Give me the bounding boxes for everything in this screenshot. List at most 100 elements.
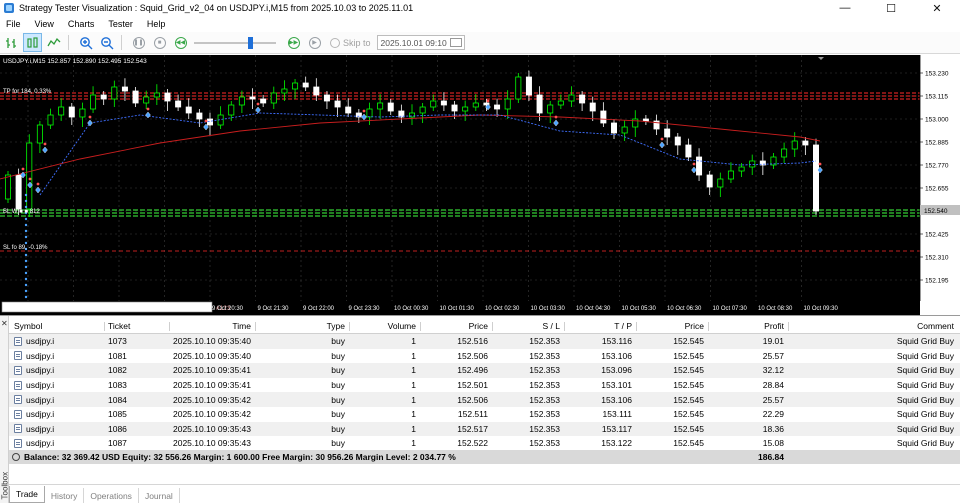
tab-operations[interactable]: Operations: [84, 488, 139, 503]
zoom-in-button[interactable]: [76, 33, 95, 52]
cell-profit: 18.36: [762, 423, 784, 434]
tab-journal[interactable]: Journal: [139, 488, 180, 503]
speed-slider-thumb[interactable]: [248, 36, 253, 49]
cell-symbol: usdjpy.i: [14, 392, 54, 407]
col-symbol[interactable]: Symbol: [14, 319, 42, 333]
speed-slider[interactable]: [194, 35, 276, 51]
stop-icon: ■: [153, 36, 166, 49]
step-icon: ▶: [308, 36, 321, 49]
col-volume[interactable]: Volume: [349, 319, 416, 333]
speed-up-button[interactable]: ▶▶: [284, 33, 303, 52]
skip-to-button[interactable]: Skip to: [330, 37, 371, 48]
maximize-button[interactable]: ☐: [868, 0, 914, 16]
col-tp[interactable]: T / P: [564, 319, 632, 333]
line-chart-button[interactable]: [44, 33, 63, 52]
table-row[interactable]: usdjpy.i 1083 2025.10.10 09:35:41 buy 1 152.5…: [9, 377, 960, 393]
bull-candle: [47, 114, 54, 126]
bar-chart-button[interactable]: [2, 33, 21, 52]
bear-candle: [121, 86, 128, 92]
close-button[interactable]: ✕: [914, 0, 960, 16]
table-row[interactable]: usdjpy.i 1082 2025.10.10 09:35:41 buy 1 152.4…: [9, 363, 960, 378]
col-ticket[interactable]: Ticket: [108, 319, 130, 333]
table-row[interactable]: usdjpy.i 1085 2025.10.10 09:35:42 buy 1 152.5…: [9, 407, 960, 422]
bear-candle: [525, 76, 532, 96]
bear-candle: [260, 98, 267, 104]
bull-candle: [621, 126, 628, 134]
slow-down-button[interactable]: ◀◀: [171, 33, 190, 52]
minimize-button[interactable]: —: [822, 0, 868, 16]
col-price[interactable]: Price: [420, 319, 488, 333]
menu-help[interactable]: Help: [141, 19, 174, 29]
bear-candle: [175, 100, 182, 108]
menu-bar: File View Charts Tester Help: [0, 16, 960, 31]
col-type[interactable]: Type: [255, 319, 345, 333]
bull-candle: [504, 98, 511, 110]
cell-type: buy: [331, 423, 345, 434]
skip-date-value: 2025.10.01 09:10: [380, 37, 447, 48]
table-row[interactable]: usdjpy.i 1081 2025.10.10 09:35:40 buy 1 152.5…: [9, 348, 960, 364]
speed-slider-track: [194, 41, 276, 44]
menu-file[interactable]: File: [0, 19, 29, 29]
bear-candle: [802, 140, 809, 146]
time-tick-label: 9 Oct 22:00: [303, 306, 335, 312]
cell-tp: 153.111: [602, 409, 632, 420]
bull-candle: [557, 100, 564, 106]
price-tick-label: 152.885: [925, 140, 949, 147]
toolbar-separator: [121, 35, 122, 50]
price-chart[interactable]: USDJPY.i,M15 152.857 152.890 152.495 152…: [0, 55, 960, 315]
col-sl[interactable]: S / L: [492, 319, 560, 333]
col-time[interactable]: Time: [169, 319, 251, 333]
bear-candle: [15, 174, 22, 210]
cell-ticket: 1081: [108, 350, 127, 361]
symbol-text: usdjpy.i: [26, 409, 55, 420]
cell-symbol: usdjpy.i: [14, 407, 54, 422]
position-icon: [14, 365, 22, 375]
toolbar: ❚❚ ■ ◀◀ ▶▶ ▶ Skip to 2025.10.01 09:10: [0, 32, 960, 54]
chart-scroll-input[interactable]: [1, 301, 213, 313]
chart-panel[interactable]: USDJPY.i,M15 152.857 152.890 152.495 152…: [0, 55, 960, 315]
pause-button[interactable]: ❚❚: [129, 33, 148, 52]
calendar-icon[interactable]: [449, 38, 462, 47]
zoom-out-button[interactable]: [97, 33, 116, 52]
cell-ticket: 1086: [108, 423, 127, 434]
balance-row[interactable]: Balance: 32 369.42 USD Equity: 32 556.26…: [9, 450, 960, 464]
cell-tp: 153.122: [601, 438, 632, 449]
skip-date-input[interactable]: 2025.10.01 09:10: [376, 35, 465, 50]
grid-order-marker: [24, 241, 28, 245]
cell-sl: 152.353: [529, 380, 560, 391]
column-separator[interactable]: [104, 322, 105, 331]
col-comment[interactable]: Comment: [788, 319, 954, 333]
cell-current-price: 152.545: [673, 380, 704, 391]
stop-button[interactable]: ■: [150, 33, 169, 52]
symbol-text: usdjpy.i: [26, 365, 55, 376]
candle-chart-button[interactable]: [23, 33, 42, 52]
cell-comment: Squid Grid Buy: [896, 438, 954, 449]
cell-sl: 152.353: [529, 409, 560, 420]
line-chart-icon: [46, 37, 60, 46]
tab-trade[interactable]: Trade: [9, 486, 45, 503]
cell-type: buy: [331, 336, 345, 347]
table-row[interactable]: usdjpy.i 1087 2025.10.10 09:35:43 buy 1 152.5…: [9, 436, 960, 451]
tab-history[interactable]: History: [45, 488, 85, 503]
menu-charts[interactable]: Charts: [62, 19, 103, 29]
bear-candle: [132, 90, 139, 104]
current-price-label: 152.540: [924, 208, 948, 215]
cell-sl: 152.353: [529, 350, 560, 361]
table-header-row: Symbol Ticket Time Type Volume Price S /…: [9, 319, 960, 334]
cell-price: 152.511: [457, 409, 488, 420]
col-current-price[interactable]: Price: [636, 319, 704, 333]
cell-ticket: 1083: [108, 380, 127, 391]
menu-tester[interactable]: Tester: [102, 19, 141, 29]
total-profit: 186.84: [758, 452, 784, 462]
trade-exit-marker: [28, 177, 32, 181]
bull-candle: [547, 104, 554, 114]
table-row[interactable]: usdjpy.i 1086 2025.10.10 09:35:43 buy 1 152.5…: [9, 421, 960, 437]
table-row[interactable]: usdjpy.i 1084 2025.10.10 09:35:42 buy 1 152.5…: [9, 392, 960, 407]
col-profit[interactable]: Profit: [708, 319, 784, 333]
pause-icon: ❚❚: [132, 36, 145, 49]
cell-type: buy: [331, 350, 345, 361]
step-button[interactable]: ▶: [305, 33, 324, 52]
menu-view[interactable]: View: [29, 19, 62, 29]
table-row[interactable]: usdjpy.i 1073 2025.10.10 09:35:40 buy 1 152.5…: [9, 334, 960, 349]
cell-ticket: 1085: [108, 409, 127, 420]
